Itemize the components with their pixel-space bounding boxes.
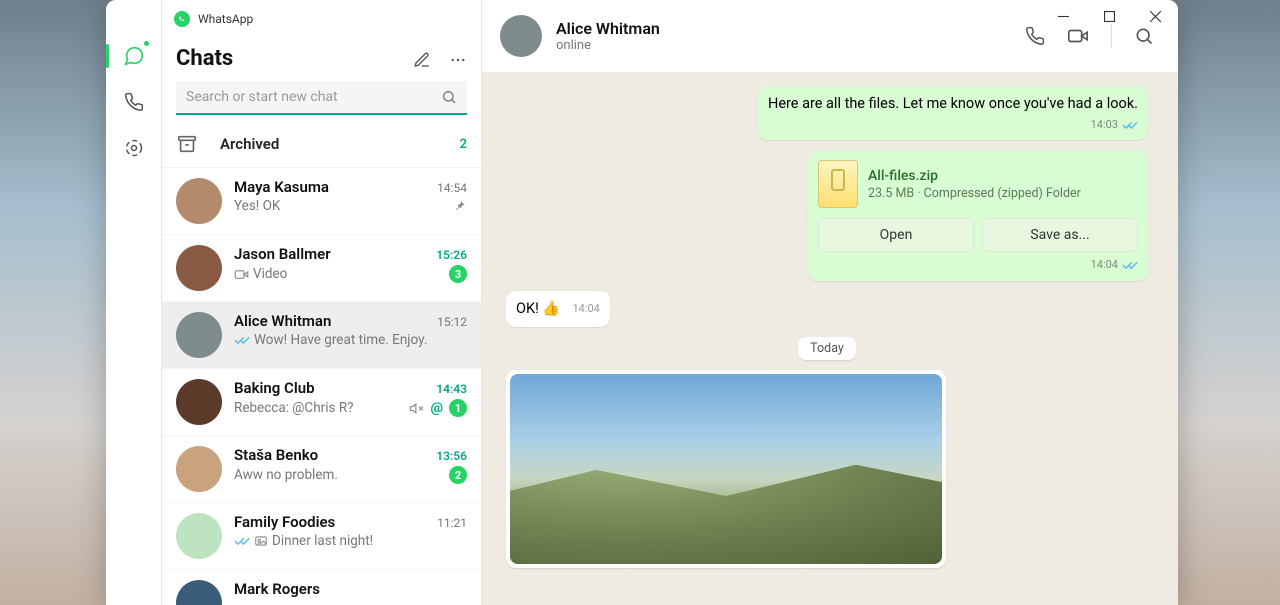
chat-name: Mark Rogers bbox=[234, 580, 320, 598]
whatsapp-logo-icon bbox=[174, 11, 190, 27]
chat-item[interactable]: Family Foodies 11:21 Dinner last night! bbox=[162, 503, 481, 570]
chat-name: Baking Club bbox=[234, 379, 315, 397]
app-titlebar: WhatsApp bbox=[162, 0, 481, 32]
file-attachment-card[interactable]: All-files.zip 23.5 MB · Compressed (zipp… bbox=[808, 150, 1148, 281]
chat-name: Jason Ballmer bbox=[234, 245, 331, 263]
zip-file-icon bbox=[818, 160, 858, 208]
window-close-button[interactable] bbox=[1132, 0, 1178, 32]
file-name: All-files.zip bbox=[868, 168, 1081, 184]
chat-preview-text: Video bbox=[253, 266, 287, 282]
message-incoming[interactable]: OK! 👍 14:04 bbox=[506, 291, 610, 327]
archived-count: 2 bbox=[460, 137, 467, 152]
chat-item[interactable]: Jason Ballmer 15:26 Video 3 bbox=[162, 235, 481, 302]
search-icon bbox=[441, 89, 457, 105]
message-outgoing[interactable]: Here are all the files. Let me know once… bbox=[758, 86, 1148, 140]
rail-status-button[interactable] bbox=[114, 128, 154, 168]
chat-list[interactable]: Maya Kasuma 14:54 Yes! OK Jason Ballmer 15:2… bbox=[162, 168, 481, 605]
chat-item[interactable]: Baking Club 14:43 Rebecca: @Chris R? @1 bbox=[162, 369, 481, 436]
window-minimize-button[interactable] bbox=[1040, 0, 1086, 32]
archived-label: Archived bbox=[220, 135, 440, 153]
chat-name: Staša Benko bbox=[234, 446, 318, 464]
nav-rail bbox=[106, 0, 162, 605]
chat-preview-text: Rebecca: @Chris R? bbox=[234, 400, 354, 416]
window-maximize-button[interactable] bbox=[1086, 0, 1132, 32]
message-time: 14:04 bbox=[572, 302, 599, 317]
rail-calls-button[interactable] bbox=[114, 82, 154, 122]
contact-name[interactable]: Alice Whitman bbox=[556, 19, 1011, 38]
chat-preview-text: Aww no problem. bbox=[234, 467, 338, 483]
image-thumbnail[interactable] bbox=[510, 374, 942, 564]
chat-preview-text: Wow! Have great time. Enjoy. bbox=[254, 332, 427, 348]
file-open-button[interactable]: Open bbox=[818, 218, 974, 252]
unread-badge: 1 bbox=[449, 399, 467, 417]
contact-status: online bbox=[556, 38, 1011, 53]
chat-item[interactable]: Mark Rogers bbox=[162, 570, 481, 605]
window-controls bbox=[1040, 0, 1178, 32]
mention-icon: @ bbox=[430, 400, 443, 416]
chat-name: Maya Kasuma bbox=[234, 178, 329, 196]
unread-badge: 2 bbox=[449, 466, 467, 484]
chat-name: Alice Whitman bbox=[234, 312, 331, 330]
date-divider: Today bbox=[798, 337, 856, 360]
chat-avatar bbox=[176, 312, 222, 358]
chat-time: 14:43 bbox=[436, 382, 467, 396]
chat-avatar bbox=[176, 178, 222, 224]
chat-time: 15:26 bbox=[436, 248, 467, 262]
chat-avatar bbox=[176, 580, 222, 605]
search-input[interactable] bbox=[176, 81, 467, 115]
chat-item[interactable]: Staša Benko 13:56 Aww no problem. 2 bbox=[162, 436, 481, 503]
chat-preview-text: Yes! OK bbox=[234, 198, 280, 214]
message-text: Here are all the files. Let me know once… bbox=[768, 95, 1138, 112]
unread-badge: 3 bbox=[449, 265, 467, 283]
message-text: OK! 👍 bbox=[516, 299, 560, 319]
whatsapp-window: WhatsApp Chats Archived 2 Maya Kasuma 14:… bbox=[106, 0, 1178, 605]
unread-indicator-icon bbox=[142, 39, 151, 48]
message-list[interactable]: Here are all the files. Let me know once… bbox=[482, 72, 1178, 605]
chat-avatar bbox=[176, 513, 222, 559]
image-message[interactable] bbox=[506, 370, 946, 568]
photo-icon bbox=[254, 534, 268, 548]
chat-avatar bbox=[176, 245, 222, 291]
chat-avatar bbox=[176, 379, 222, 425]
chat-preview-text: Dinner last night! bbox=[272, 533, 373, 549]
chat-avatar bbox=[176, 446, 222, 492]
rail-chats-button[interactable] bbox=[114, 36, 154, 76]
chat-time: 13:56 bbox=[436, 449, 467, 463]
read-receipt-icon bbox=[1122, 119, 1138, 131]
conversation-pane: Alice Whitman online Here are all the fi… bbox=[482, 0, 1178, 605]
chat-name: Family Foodies bbox=[234, 513, 335, 531]
archive-icon bbox=[176, 133, 200, 155]
app-title-label: WhatsApp bbox=[198, 12, 253, 26]
chat-time: 14:54 bbox=[437, 181, 467, 195]
chat-time: 11:21 bbox=[437, 516, 467, 530]
chat-item[interactable]: Alice Whitman 15:12 Wow! Have great time.… bbox=[162, 302, 481, 369]
read-receipt-icon bbox=[234, 535, 250, 547]
message-time: 14:04 bbox=[1091, 258, 1118, 271]
contact-avatar[interactable] bbox=[500, 15, 542, 57]
video-icon bbox=[234, 267, 249, 282]
more-menu-button[interactable] bbox=[449, 50, 467, 68]
pin-icon bbox=[453, 199, 467, 213]
chats-heading: Chats bbox=[176, 46, 233, 71]
file-save-button[interactable]: Save as... bbox=[982, 218, 1138, 252]
chat-list-pane: WhatsApp Chats Archived 2 Maya Kasuma 14:… bbox=[162, 0, 482, 605]
file-meta: 23.5 MB · Compressed (zipped) Folder bbox=[868, 186, 1081, 201]
chat-time: 15:12 bbox=[437, 315, 467, 329]
chat-item[interactable]: Maya Kasuma 14:54 Yes! OK bbox=[162, 168, 481, 235]
message-time: 14:03 bbox=[1091, 118, 1118, 133]
read-receipt-icon bbox=[1122, 259, 1138, 271]
read-receipt-icon bbox=[234, 334, 250, 346]
new-chat-button[interactable] bbox=[413, 50, 431, 68]
archived-row[interactable]: Archived 2 bbox=[162, 121, 481, 168]
mute-icon bbox=[409, 401, 424, 416]
